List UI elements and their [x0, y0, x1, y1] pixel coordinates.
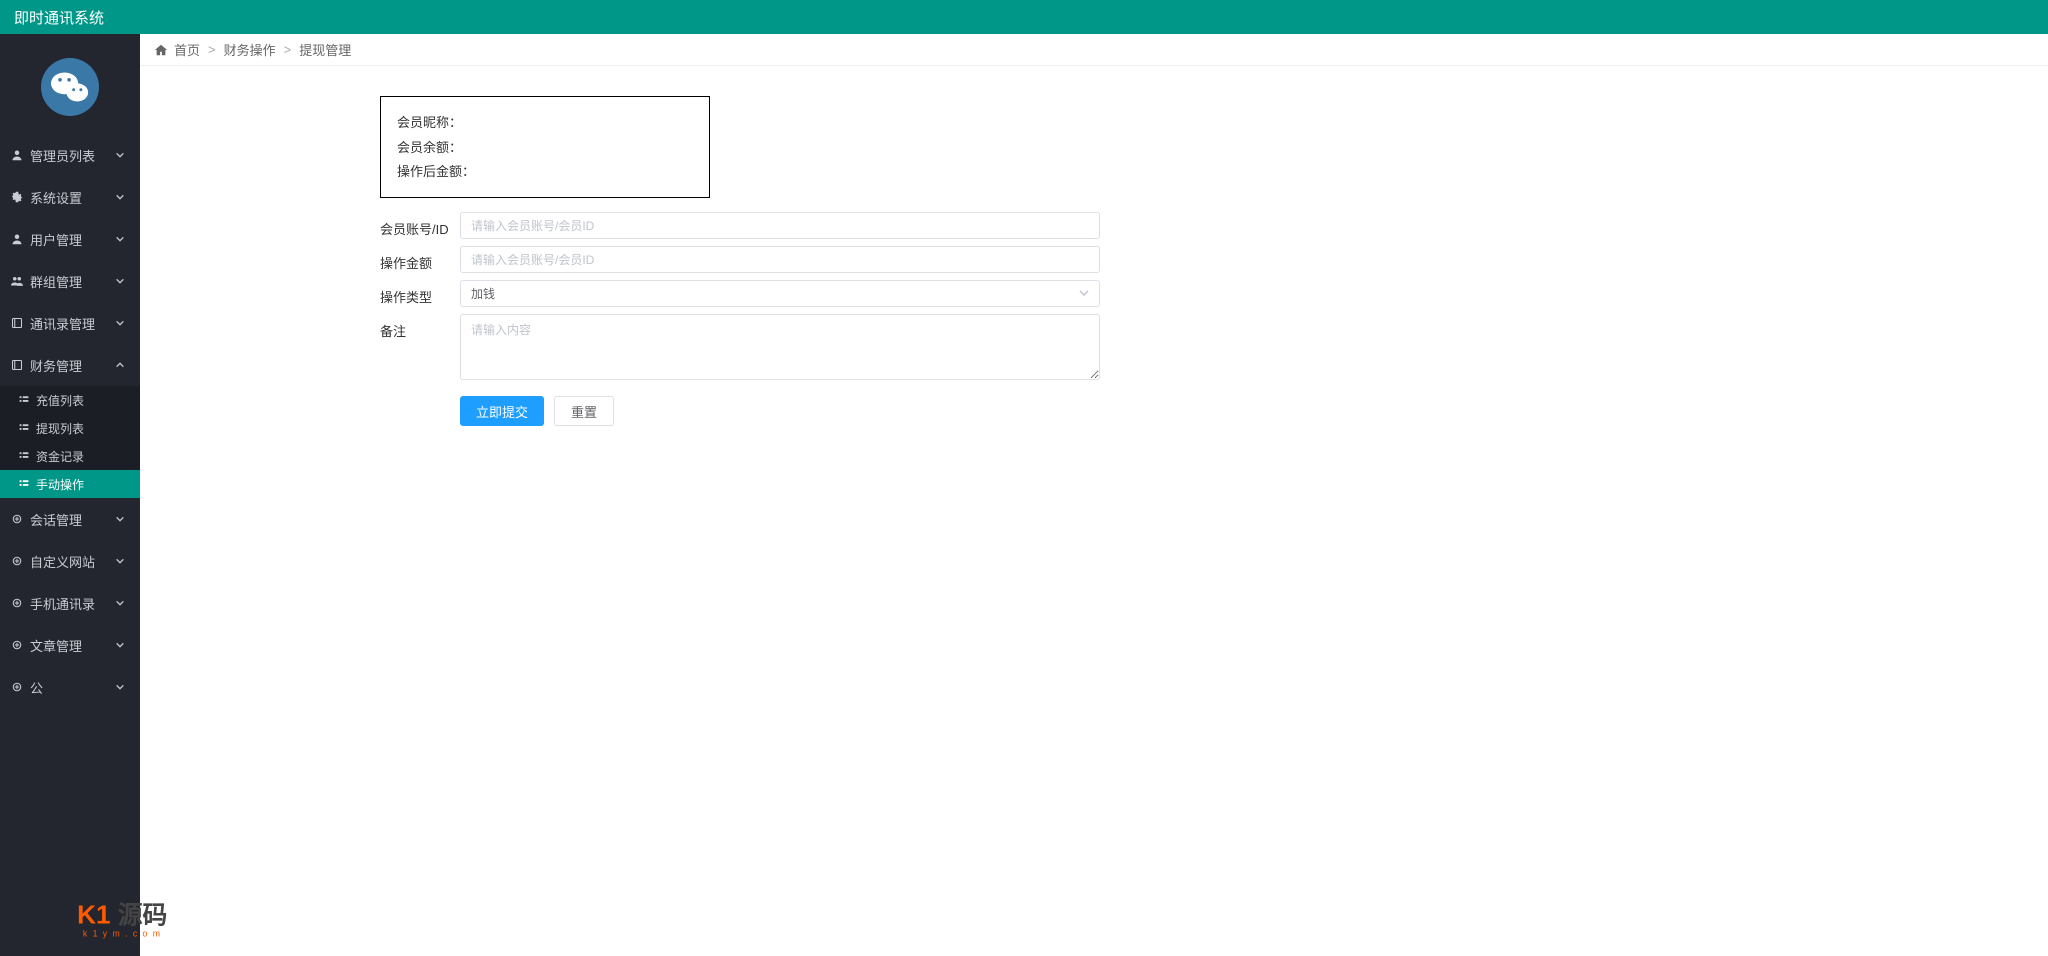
remark-textarea[interactable] — [460, 314, 1100, 380]
nav-subitem-label: 充值列表 — [36, 392, 84, 409]
home-icon — [154, 43, 168, 57]
nav-item-1[interactable]: 系统设置 — [0, 176, 140, 218]
main: 首页 > 财务操作 > 提现管理 会员昵称： 会员余额： 操作后金额： 会员账号… — [140, 34, 2048, 956]
info-balance-label: 会员余额： — [397, 136, 462, 161]
logo-wrap — [0, 34, 140, 134]
breadcrumb-b: 提现管理 — [299, 40, 351, 59]
nav-subitem-5-2[interactable]: 资金记录 — [0, 442, 140, 470]
chevron-down-icon — [114, 555, 126, 567]
book-icon — [10, 358, 24, 372]
link-icon — [10, 680, 24, 694]
type-label: 操作类型 — [380, 280, 460, 306]
nav-item-label: 会话管理 — [30, 510, 82, 529]
breadcrumb-sep: > — [208, 42, 216, 57]
user-icon — [10, 148, 24, 162]
chevron-down-icon — [114, 597, 126, 609]
nav-item-4[interactable]: 通讯录管理 — [0, 302, 140, 344]
chevron-down-icon — [114, 639, 126, 651]
submit-button[interactable]: 立即提交 — [460, 396, 544, 426]
user-icon — [10, 232, 24, 246]
topbar: 即时通讯系统 — [0, 0, 2048, 34]
nav-item-label: 系统设置 — [30, 188, 82, 207]
chevron-down-icon — [114, 513, 126, 525]
link-icon — [10, 512, 24, 526]
nav-item-6[interactable]: 会话管理 — [0, 498, 140, 540]
reset-button[interactable]: 重置 — [554, 396, 614, 426]
list-icon — [18, 478, 30, 490]
chevron-down-icon — [114, 191, 126, 203]
link-icon — [10, 638, 24, 652]
nav: 管理员列表系统设置用户管理群组管理通讯录管理财务管理充值列表提现列表资金记录手动… — [0, 134, 140, 956]
type-select[interactable] — [460, 280, 1100, 307]
nav-subitem-label: 资金记录 — [36, 448, 84, 465]
list-icon — [18, 450, 30, 462]
info-after-label: 操作后金额： — [397, 160, 475, 185]
account-input[interactable] — [460, 212, 1100, 239]
chevron-down-icon — [114, 275, 126, 287]
chevron-down-icon — [114, 681, 126, 693]
nav-item-label: 用户管理 — [30, 230, 82, 249]
users-icon — [10, 274, 24, 288]
link-icon — [10, 554, 24, 568]
nav-item-label: 管理员列表 — [30, 146, 95, 165]
info-nickname-label: 会员昵称： — [397, 111, 462, 136]
chevron-down-icon — [114, 317, 126, 329]
link-icon — [10, 596, 24, 610]
nav-item-5[interactable]: 财务管理 — [0, 344, 140, 386]
chevron-down-icon — [114, 233, 126, 245]
nav-item-9[interactable]: 文章管理 — [0, 624, 140, 666]
type-select-value[interactable] — [460, 280, 1100, 307]
nav-subitem-5-3[interactable]: 手动操作 — [0, 470, 140, 498]
sidebar: 管理员列表系统设置用户管理群组管理通讯录管理财务管理充值列表提现列表资金记录手动… — [0, 34, 140, 956]
nav-item-label: 自定义网站 — [30, 552, 95, 571]
chevron-down-icon — [1078, 287, 1092, 301]
nav-subitem-5-0[interactable]: 充值列表 — [0, 386, 140, 414]
breadcrumb-a[interactable]: 财务操作 — [224, 40, 276, 59]
nav-item-10[interactable]: 公 — [0, 666, 140, 708]
account-label: 会员账号/ID — [380, 212, 460, 238]
chevron-down-icon — [114, 149, 126, 161]
book-icon — [10, 316, 24, 330]
nav-item-0[interactable]: 管理员列表 — [0, 134, 140, 176]
nav-subitem-label: 提现列表 — [36, 420, 84, 437]
gear-icon — [10, 190, 24, 204]
wechat-logo-icon — [41, 58, 99, 116]
info-box: 会员昵称： 会员余额： 操作后金额： — [380, 96, 710, 198]
amount-input[interactable] — [460, 246, 1100, 273]
breadcrumb: 首页 > 财务操作 > 提现管理 — [140, 34, 2048, 66]
nav-item-label: 手机通讯录 — [30, 594, 95, 613]
nav-subitem-label: 手动操作 — [36, 476, 84, 493]
nav-item-7[interactable]: 自定义网站 — [0, 540, 140, 582]
content: 会员昵称： 会员余额： 操作后金额： 会员账号/ID 操作金额 — [140, 66, 2048, 426]
breadcrumb-sep: > — [284, 42, 292, 57]
remark-label: 备注 — [380, 314, 460, 340]
nav-item-2[interactable]: 用户管理 — [0, 218, 140, 260]
nav-item-3[interactable]: 群组管理 — [0, 260, 140, 302]
nav-item-label: 文章管理 — [30, 636, 82, 655]
list-icon — [18, 422, 30, 434]
nav-item-label: 通讯录管理 — [30, 314, 95, 333]
app-title: 即时通讯系统 — [14, 7, 104, 28]
chevron-up-icon — [114, 359, 126, 371]
nav-item-label: 公 — [30, 678, 43, 697]
form: 会员账号/ID 操作金额 操作类型 — [380, 212, 2048, 426]
breadcrumb-home[interactable]: 首页 — [174, 40, 200, 59]
list-icon — [18, 394, 30, 406]
nav-subitem-5-1[interactable]: 提现列表 — [0, 414, 140, 442]
nav-item-label: 财务管理 — [30, 356, 82, 375]
amount-label: 操作金额 — [380, 246, 460, 272]
nav-item-8[interactable]: 手机通讯录 — [0, 582, 140, 624]
nav-item-label: 群组管理 — [30, 272, 82, 291]
